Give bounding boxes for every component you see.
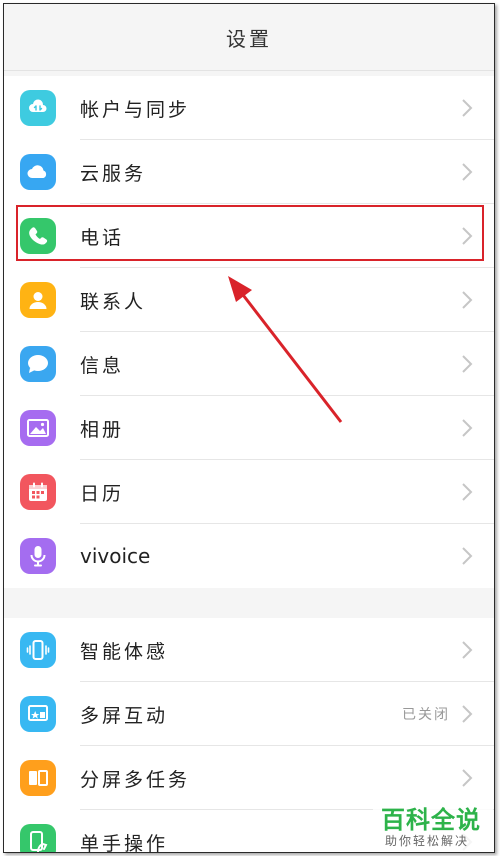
settings-screen: 设置 帐户与同步 云服务 电话 联系人 信息 相册 日历 vivoice 智能体…	[3, 3, 495, 853]
watermark-subtitle: 助你轻松解决	[385, 834, 470, 848]
watermark: 百科全说 助你轻松解决	[373, 798, 493, 852]
watermark-title: 百科全说	[381, 806, 481, 834]
annotation-arrow	[228, 276, 343, 423]
